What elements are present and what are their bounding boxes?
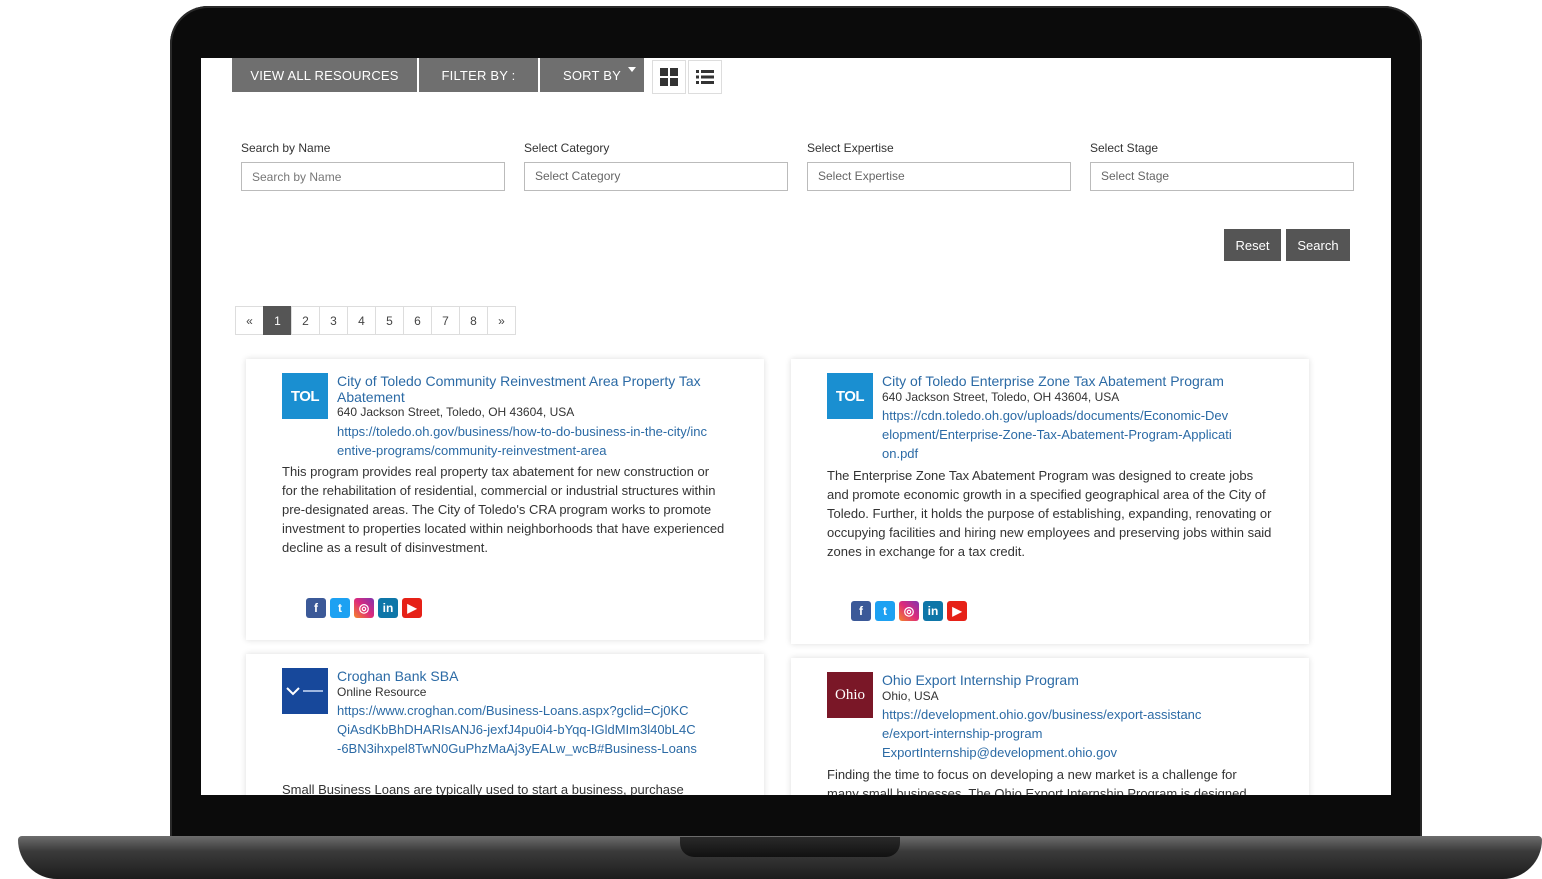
reset-button[interactable]: Reset (1224, 229, 1281, 261)
croghan-logo (282, 668, 328, 714)
caret-down-icon (628, 67, 636, 72)
twitter-icon[interactable]: t (330, 598, 350, 618)
pagination-prev[interactable]: « (235, 306, 264, 335)
page-5[interactable]: 5 (375, 306, 404, 335)
resource-card: TOL City of Toledo Community Reinvestmen… (246, 359, 764, 640)
card-title-link[interactable]: Croghan Bank SBA (337, 668, 724, 684)
card-title-link[interactable]: Ohio Export Internship Program (882, 672, 1269, 688)
youtube-icon[interactable]: ▶ (402, 598, 422, 618)
view-all-label: VIEW ALL RESOURCES (250, 67, 399, 83)
search-name-input[interactable] (241, 162, 505, 191)
page-4[interactable]: 4 (347, 306, 376, 335)
page-3[interactable]: 3 (319, 306, 348, 335)
card-address: Online Resource (337, 685, 427, 699)
croghan-logo-mark (286, 687, 323, 696)
linkedin-icon[interactable]: in (378, 598, 398, 618)
instagram-icon[interactable]: ◎ (354, 598, 374, 618)
search-name-label: Search by Name (241, 141, 331, 155)
card-url-link[interactable]: https://toledo.oh.gov/business/how-to-do… (337, 422, 707, 460)
facebook-icon[interactable]: f (306, 598, 326, 618)
category-label: Select Category (524, 141, 610, 155)
toledo-logo: TOL (282, 373, 328, 419)
card-title-link[interactable]: City of Toledo Enterprise Zone Tax Abate… (882, 373, 1269, 389)
stage-select[interactable]: Select Stage (1090, 162, 1354, 191)
card-description: Small Business Loans are typically used … (282, 782, 684, 795)
page-1[interactable]: 1 (263, 306, 292, 335)
social-links: f t ◎ in ▶ (306, 598, 422, 618)
card-address: Ohio, USA (882, 689, 939, 703)
filter-by-label: FILTER BY : (441, 67, 516, 83)
card-address: 640 Jackson Street, Toledo, OH 43604, US… (882, 390, 1120, 404)
stage-label: Select Stage (1090, 141, 1159, 155)
page-6[interactable]: 6 (403, 306, 432, 335)
sort-by-dropdown[interactable]: SORT BY (540, 58, 644, 92)
card-address: 640 Jackson Street, Toledo, OH 43604, US… (337, 405, 575, 419)
laptop-screen: VIEW ALL RESOURCES FILTER BY : SORT BY S… (201, 58, 1391, 795)
youtube-icon[interactable]: ▶ (947, 601, 967, 621)
card-email-link[interactable]: ExportInternship@development.ohio.gov (882, 743, 1252, 762)
view-all-resources-button[interactable]: VIEW ALL RESOURCES (232, 58, 417, 92)
list-view-button[interactable] (688, 60, 722, 94)
grid-view-button[interactable] (652, 60, 686, 94)
social-links: f t ◎ in ▶ (851, 601, 967, 621)
pagination: « 1 2 3 4 5 6 7 8 » (235, 306, 516, 335)
category-select[interactable]: Select Category (524, 162, 788, 191)
ohio-logo: Ohio (827, 672, 873, 718)
card-url-link[interactable]: https://development.ohio.gov/business/ex… (882, 705, 1202, 743)
resource-card: Croghan Bank SBA Online Resource https:/… (246, 654, 764, 795)
laptop-notch (680, 837, 900, 857)
facebook-icon[interactable]: f (851, 601, 871, 621)
pagination-next[interactable]: » (487, 306, 516, 335)
grid-view-icon (660, 68, 678, 86)
page-7[interactable]: 7 (431, 306, 460, 335)
card-title-link[interactable]: City of Toledo Community Reinvestment Ar… (337, 373, 724, 405)
resource-card: TOL City of Toledo Enterprise Zone Tax A… (791, 359, 1309, 644)
card-url-link[interactable]: https://www.croghan.com/Business-Loans.a… (337, 701, 697, 758)
card-description: The Enterprise Zone Tax Abatement Progra… (827, 468, 1272, 559)
expertise-label: Select Expertise (807, 141, 894, 155)
list-view-icon (696, 70, 714, 84)
linkedin-icon[interactable]: in (923, 601, 943, 621)
search-button[interactable]: Search (1286, 229, 1350, 261)
resource-card: Ohio Ohio Export Internship Program Ohio… (791, 658, 1309, 795)
card-description: Finding the time to focus on developing … (827, 767, 1247, 795)
instagram-icon[interactable]: ◎ (899, 601, 919, 621)
card-url-link[interactable]: https://cdn.toledo.oh.gov/uploads/docume… (882, 406, 1232, 463)
filter-by-button[interactable]: FILTER BY : (419, 58, 538, 92)
card-description: This program provides real property tax … (282, 464, 725, 555)
expertise-select[interactable]: Select Expertise (807, 162, 1071, 191)
page-8[interactable]: 8 (459, 306, 488, 335)
twitter-icon[interactable]: t (875, 601, 895, 621)
toledo-logo: TOL (827, 373, 873, 419)
sort-by-label: SORT BY (563, 67, 621, 83)
page-2[interactable]: 2 (291, 306, 320, 335)
